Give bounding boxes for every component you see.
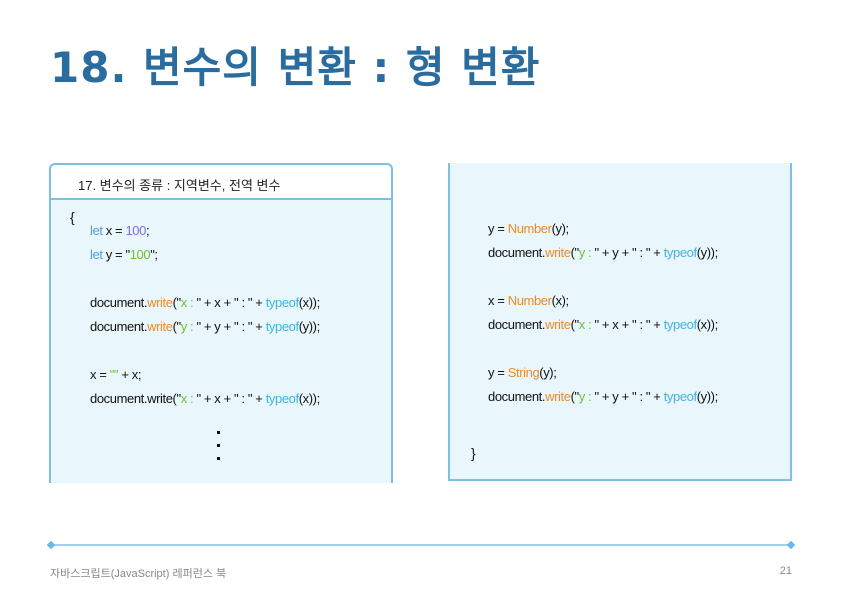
code-line: y = Number(y); <box>488 221 569 236</box>
code-panel-right: y = Number(y); document.write("y : " + y… <box>448 163 792 481</box>
code-line: x = "" + x; <box>90 367 142 382</box>
footer-book-title: 자바스크립트(JavaScript) 레퍼런스 북 <box>50 568 227 580</box>
code-panel-left: 17. 변수의 종류 : 지역변수, 전역 변수 { let x = 100; … <box>49 163 393 483</box>
code-line: document.write("x : " + x + " : " + type… <box>488 317 718 332</box>
panel-header: 17. 변수의 종류 : 지역변수, 전역 변수 <box>51 165 391 200</box>
open-brace: { <box>70 209 75 225</box>
panel-header-label: 17. 변수의 종류 : 지역변수, 전역 변수 <box>78 178 281 193</box>
code-line: x = Number(x); <box>488 293 569 308</box>
code-line: let y = "100"; <box>90 247 158 262</box>
page-title: 18. 변수의 변환 : 형 변환 <box>50 43 541 92</box>
code-line: let x = 100; <box>90 223 150 238</box>
footer-divider <box>50 544 792 546</box>
code-line: document.write("y : " + y + " : " + type… <box>488 389 718 404</box>
code-line: document.write("x : " + x + " : " + type… <box>90 295 320 310</box>
code-line: y = String(y); <box>488 365 557 380</box>
ellipsis-dots <box>217 431 220 470</box>
code-line: document.write("y : " + y + " : " + type… <box>488 245 718 260</box>
code-line: document.write("y : " + y + " : " + type… <box>90 319 320 334</box>
code-line: document.write("x : " + x + " : " + type… <box>90 391 320 406</box>
close-brace: } <box>471 445 476 461</box>
page-number: 21 <box>779 565 792 577</box>
